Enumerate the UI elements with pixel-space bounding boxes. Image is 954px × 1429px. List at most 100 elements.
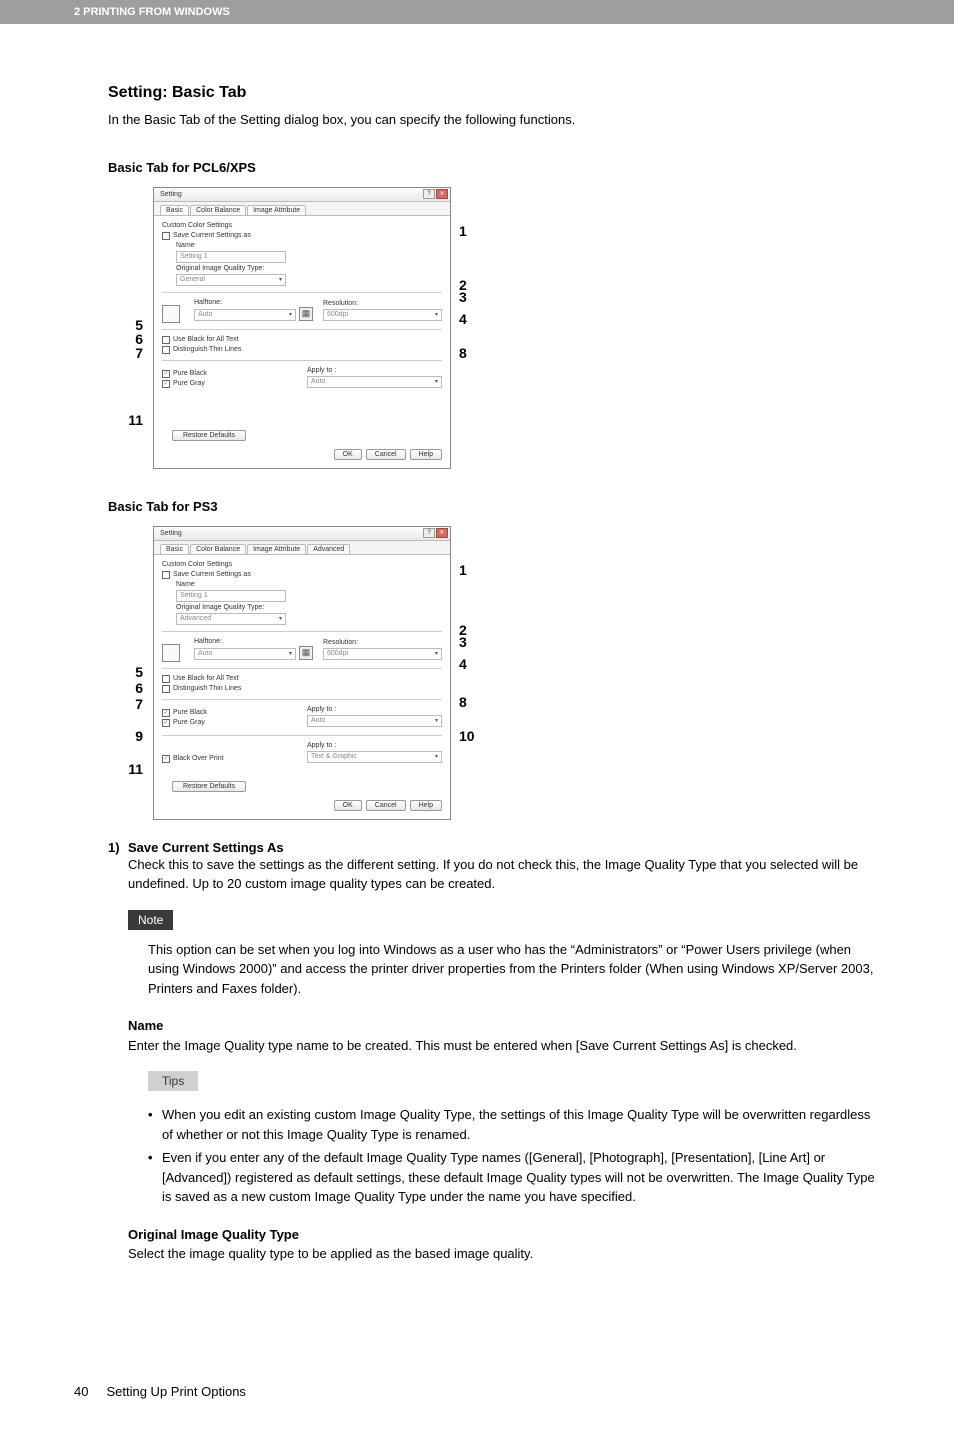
dialog-title-text: Setting bbox=[160, 530, 182, 537]
orig-subtitle: Original Image Quality Type bbox=[128, 1225, 880, 1245]
callout-11b: 11 bbox=[128, 761, 143, 777]
checkbox-icon: ✓ bbox=[162, 380, 170, 388]
applyto2-dropdown[interactable]: Text & Graphic bbox=[307, 751, 442, 763]
check-save-as[interactable]: Save Current Settings as bbox=[162, 232, 442, 240]
item-1: 1) Save Current Settings As bbox=[108, 840, 880, 855]
item-1-body: Check this to save the settings as the d… bbox=[128, 855, 880, 894]
check-distinguish-label: Distinguish Thin Lines bbox=[173, 685, 241, 692]
help-icon[interactable]: ? bbox=[423, 528, 435, 538]
dialog-pcl6: Setting ? ✕ Basic Color Balance Image At… bbox=[153, 187, 451, 469]
close-icon[interactable]: ✕ bbox=[436, 528, 448, 538]
check-black-overprint[interactable]: ✓ Black Over Print bbox=[162, 755, 297, 763]
restore-defaults-button[interactable]: Restore Defaults bbox=[172, 781, 246, 792]
subsection-pcl6: Basic Tab for PCL6/XPS bbox=[108, 160, 880, 175]
header-chapter: 2 PRINTING FROM WINDOWS bbox=[74, 6, 230, 18]
callouts-left-1: 5 6 7 11 bbox=[108, 187, 153, 469]
name-label: Name bbox=[176, 581, 442, 588]
check-distinguish[interactable]: Distinguish Thin Lines bbox=[162, 685, 442, 693]
ok-button[interactable]: OK bbox=[334, 449, 362, 460]
page-footer: 40 Setting Up Print Options bbox=[0, 1384, 954, 1429]
applyto-dropdown[interactable]: Auto bbox=[307, 715, 442, 727]
pattern-icon[interactable]: ▦ bbox=[299, 307, 313, 321]
tab-image-attribute[interactable]: Image Attribute bbox=[247, 544, 306, 554]
name-field[interactable]: Setting 1 bbox=[176, 590, 286, 602]
check-pure-gray[interactable]: ✓ Pure Gray bbox=[162, 719, 297, 727]
help-button[interactable]: Help bbox=[410, 449, 442, 460]
ok-button[interactable]: OK bbox=[334, 800, 362, 811]
separator bbox=[162, 329, 442, 330]
halftone-label: Halftone: bbox=[194, 638, 313, 645]
halftone-row: Halftone: Auto ▦ Resolution: 600dpi bbox=[162, 638, 442, 662]
resolution-value: 600dpi bbox=[327, 311, 348, 318]
item-1-title: Save Current Settings As bbox=[128, 840, 284, 855]
tab-color-balance[interactable]: Color Balance bbox=[190, 544, 246, 554]
callout-8: 8 bbox=[459, 345, 467, 361]
subsection-ps3: Basic Tab for PS3 bbox=[108, 499, 880, 514]
callout-10: 10 bbox=[459, 728, 475, 744]
check-save-as-label: Save Current Settings as bbox=[173, 232, 251, 239]
callout-8b: 8 bbox=[459, 694, 467, 710]
halftone-dropdown[interactable]: Auto bbox=[194, 648, 296, 660]
check-save-as[interactable]: Save Current Settings as bbox=[162, 571, 442, 579]
button-row: OK Cancel Help bbox=[162, 449, 442, 460]
checkbox-icon bbox=[162, 675, 170, 683]
halftone-label: Halftone: bbox=[194, 299, 313, 306]
separator bbox=[162, 360, 442, 361]
tab-strip: Basic Color Balance Image Attribute Adva… bbox=[154, 541, 450, 555]
orig-dropdown[interactable]: General bbox=[176, 274, 286, 286]
applyto-dropdown[interactable]: Auto bbox=[307, 376, 442, 388]
tab-basic[interactable]: Basic bbox=[160, 205, 189, 215]
applyto2-label: Apply to : bbox=[307, 742, 442, 749]
figure-pcl6: 5 6 7 11 Setting ? ✕ Basic Color Balance… bbox=[108, 187, 880, 469]
resolution-label: Resolution: bbox=[323, 300, 442, 307]
orig-label: Original Image Quality Type: bbox=[176, 265, 442, 272]
overprint-row: ✓ Black Over Print Apply to : Text & Gra… bbox=[162, 742, 442, 765]
restore-defaults-button[interactable]: Restore Defaults bbox=[172, 430, 246, 441]
tab-color-balance[interactable]: Color Balance bbox=[190, 205, 246, 215]
checkbox-icon bbox=[162, 346, 170, 354]
check-use-black-all[interactable]: Use Black for All Text bbox=[162, 675, 442, 683]
section-title: Setting: Basic Tab bbox=[108, 84, 880, 102]
close-icon[interactable]: ✕ bbox=[436, 189, 448, 199]
orig-body: Select the image quality type to be appl… bbox=[128, 1244, 880, 1264]
pure-row: ✓ Pure Black ✓ Pure Gray Apply to : Auto bbox=[162, 367, 442, 390]
name-value: Setting 1 bbox=[180, 253, 208, 260]
tab-basic[interactable]: Basic bbox=[160, 544, 189, 554]
tab-advanced[interactable]: Advanced bbox=[307, 544, 350, 554]
checkbox-icon bbox=[162, 571, 170, 579]
check-pure-gray[interactable]: ✓ Pure Gray bbox=[162, 380, 297, 388]
name-subtitle: Name bbox=[128, 1016, 880, 1036]
checkbox-icon bbox=[162, 336, 170, 344]
name-field[interactable]: Setting 1 bbox=[176, 251, 286, 263]
resolution-dropdown[interactable]: 600dpi bbox=[323, 309, 442, 321]
tips-item-2: Even if you enter any of the default Ima… bbox=[148, 1148, 880, 1207]
checkbox-icon: ✓ bbox=[162, 755, 170, 763]
callouts-left-2: 5 6 7 9 11 bbox=[108, 526, 153, 820]
note-body: This option can be set when you log into… bbox=[148, 940, 880, 999]
restore-row: Restore Defaults bbox=[162, 781, 442, 792]
name-label: Name bbox=[176, 242, 442, 249]
cancel-button[interactable]: Cancel bbox=[366, 800, 406, 811]
callout-4b: 4 bbox=[459, 656, 467, 672]
check-use-black-all[interactable]: Use Black for All Text bbox=[162, 336, 442, 344]
callout-6b: 6 bbox=[135, 680, 143, 696]
callout-1: 1 bbox=[459, 223, 467, 239]
help-icon[interactable]: ? bbox=[423, 189, 435, 199]
applyto2-value: Text & Graphic bbox=[311, 753, 357, 760]
checkbox-icon: ✓ bbox=[162, 370, 170, 378]
check-pure-black[interactable]: ✓ Pure Black bbox=[162, 709, 297, 717]
help-button[interactable]: Help bbox=[410, 800, 442, 811]
check-pure-black[interactable]: ✓ Pure Black bbox=[162, 370, 297, 378]
halftone-dropdown[interactable]: Auto bbox=[194, 309, 296, 321]
check-distinguish[interactable]: Distinguish Thin Lines bbox=[162, 346, 442, 354]
check-distinguish-label: Distinguish Thin Lines bbox=[173, 346, 241, 353]
cancel-button[interactable]: Cancel bbox=[366, 449, 406, 460]
pattern-icon[interactable]: ▦ bbox=[299, 646, 313, 660]
separator bbox=[162, 631, 442, 632]
callout-4: 4 bbox=[459, 311, 467, 327]
orig-dropdown[interactable]: Advanced bbox=[176, 613, 286, 625]
check-pure-gray-label: Pure Gray bbox=[173, 380, 205, 387]
group-custom-color: Custom Color Settings bbox=[162, 222, 442, 229]
tab-image-attribute[interactable]: Image Attribute bbox=[247, 205, 306, 215]
resolution-dropdown[interactable]: 600dpi bbox=[323, 648, 442, 660]
